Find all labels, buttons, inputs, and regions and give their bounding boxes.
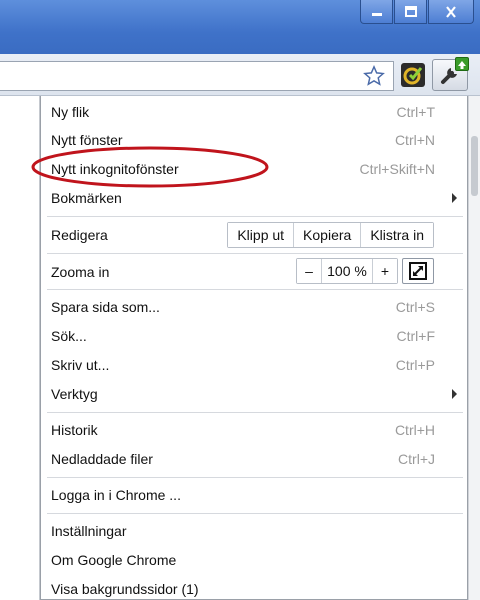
copy-button[interactable]: Kopiera [293, 223, 361, 247]
menu-item-shortcut: Ctrl+N [394, 132, 435, 148]
menu-item-shortcut: Ctrl+F [396, 328, 436, 344]
fullscreen-icon [409, 262, 427, 280]
menu-separator [47, 289, 463, 290]
page-scrollbar[interactable] [468, 96, 480, 600]
menu-separator [47, 216, 463, 217]
menu-separator [47, 253, 463, 254]
menu-item-tools[interactable]: Verktyg [41, 380, 467, 408]
menu-item-new-tab[interactable]: Ny flik Ctrl+T [41, 98, 467, 126]
paste-button[interactable]: Klistra in [360, 223, 433, 247]
menu-item-label: Nedladdade filer [51, 451, 153, 467]
close-button[interactable] [428, 0, 474, 24]
cut-button[interactable]: Klipp ut [228, 223, 294, 247]
arrow-up-icon [458, 61, 466, 69]
wrench-menu-button[interactable] [432, 57, 469, 91]
maximize-button[interactable] [394, 0, 427, 24]
menu-separator [47, 412, 463, 413]
minimize-button[interactable] [360, 0, 393, 24]
menu-item-label: Bokmärken [51, 190, 122, 206]
minimize-icon [371, 12, 382, 16]
menu-item-background-pages[interactable]: Visa bakgrundssidor (1) [41, 575, 467, 600]
menu-item-label: Skriv ut... [51, 357, 110, 373]
menu-item-new-incognito-window[interactable]: Nytt inkognitofönster Ctrl+Skift+N [41, 155, 467, 183]
menu-item-settings[interactable]: Inställningar [41, 517, 467, 545]
menu-item-label: Sök... [51, 328, 87, 344]
menu-item-label: Spara sida som... [51, 299, 160, 315]
menu-item-save-page[interactable]: Spara sida som... Ctrl+S [41, 293, 467, 321]
menu-item-label: Nytt inkognitofönster [51, 161, 179, 177]
title-bar [0, 0, 480, 54]
menu-item-shortcut: Ctrl+H [394, 422, 435, 438]
menu-item-about[interactable]: Om Google Chrome [41, 546, 467, 574]
menu-item-label: Verktyg [51, 386, 98, 402]
menu-item-shortcut: Ctrl+Skift+N [359, 161, 435, 177]
menu-item-label: Nytt fönster [51, 132, 123, 148]
menu-item-label: Om Google Chrome [51, 552, 177, 568]
menu-item-shortcut: Ctrl+J [398, 451, 435, 467]
zoom-control-group: – 100 % + [296, 258, 398, 284]
menu-separator [47, 477, 463, 478]
update-badge [455, 57, 469, 71]
edit-button-group: Klipp ut Kopiera Klistra in [227, 222, 434, 248]
zoom-level: 100 % [321, 259, 373, 283]
extension-icon[interactable] [400, 62, 426, 88]
menu-item-sign-in[interactable]: Logga in i Chrome ... [41, 481, 467, 509]
menu-item-new-window[interactable]: Nytt fönster Ctrl+N [41, 126, 467, 154]
scrollbar-thumb[interactable] [471, 136, 478, 196]
close-icon [446, 5, 456, 18]
fullscreen-button[interactable] [402, 258, 434, 284]
menu-item-label: Visa bakgrundssidor (1) [51, 581, 199, 597]
window-controls [359, 0, 474, 24]
menu-item-shortcut: Ctrl+T [396, 104, 436, 120]
menu-item-label: Ny flik [51, 104, 90, 120]
menu-separator [47, 513, 463, 514]
chrome-menu: Ny flik Ctrl+T Nytt fönster Ctrl+N Nytt … [40, 96, 468, 600]
menu-item-shortcut: Ctrl+S [395, 299, 435, 315]
menu-item-label: Historik [51, 422, 98, 438]
menu-item-label: Logga in i Chrome ... [51, 487, 181, 503]
star-icon[interactable] [363, 65, 385, 87]
menu-item-bookmarks[interactable]: Bokmärken [41, 184, 467, 212]
menu-item-print[interactable]: Skriv ut... Ctrl+P [41, 351, 467, 379]
menu-item-find[interactable]: Sök... Ctrl+F [41, 322, 467, 350]
zoom-out-button[interactable]: – [297, 259, 321, 283]
menu-item-history[interactable]: Historik Ctrl+H [41, 416, 467, 444]
menu-item-shortcut: Ctrl+P [395, 357, 435, 373]
menu-item-label: Inställningar [51, 523, 127, 539]
address-bar[interactable] [0, 61, 394, 91]
zoom-in-button[interactable]: + [373, 259, 397, 283]
page-content [0, 96, 40, 600]
menu-item-downloads[interactable]: Nedladdade filer Ctrl+J [41, 445, 467, 473]
submenu-arrow-icon [452, 193, 457, 203]
maximize-icon [404, 5, 417, 17]
submenu-arrow-icon [452, 389, 457, 399]
